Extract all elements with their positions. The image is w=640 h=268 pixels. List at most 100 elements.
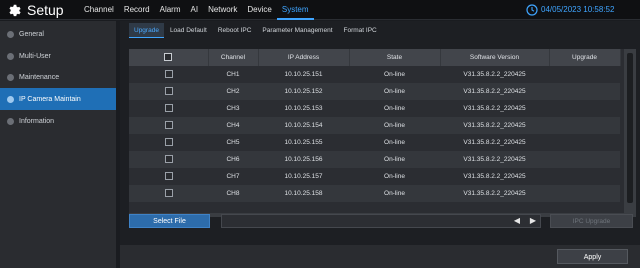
cell-upgrade: [549, 83, 620, 100]
table-header-row: Channel IP Address State Software Versio…: [129, 49, 621, 66]
cell-upgrade: [549, 168, 620, 185]
table-row[interactable]: CH8 10.10.25.158 On-line V31.35.8.2.2_22…: [129, 185, 620, 202]
bullet-icon: [7, 117, 14, 125]
cell-channel: CH4: [226, 122, 240, 129]
table-row[interactable]: CH4 10.10.25.154 On-line V31.35.8.2.2_22…: [129, 117, 620, 134]
select-all-header: [129, 49, 209, 66]
cell-ip-address: 10.10.25.156: [284, 156, 323, 163]
vertical-scrollbar[interactable]: [624, 49, 636, 217]
header-software-version: Software Version: [440, 49, 550, 66]
ipc-table: Channel IP Address State Software Versio…: [129, 49, 621, 202]
content-panel: Upgrade Load Default Reboot IPC Paramete…: [120, 21, 640, 268]
row-select-cell: [129, 66, 208, 83]
sidebar-item-label: Maintenance: [19, 73, 60, 81]
tab-upgrade[interactable]: Upgrade: [129, 23, 164, 38]
select-file-button[interactable]: Select File: [129, 214, 210, 228]
cell-ip-address: 10.10.25.158: [284, 190, 323, 197]
table-row[interactable]: CH1 10.10.25.151 On-line V31.35.8.2.2_22…: [129, 66, 620, 83]
cell-state: On-line: [384, 88, 405, 95]
row-checkbox[interactable]: [164, 172, 173, 181]
cell-upgrade: [549, 151, 620, 168]
app-title: Setup: [27, 2, 64, 18]
row-select-cell: [129, 83, 208, 100]
nav-ai[interactable]: AI: [186, 0, 204, 20]
sub-tabs: Upgrade Load Default Reboot IPC Paramete…: [129, 23, 383, 38]
nav-record[interactable]: Record: [119, 0, 155, 20]
sidebar-item-ip-camera-maintain[interactable]: IP Camera Maintain: [0, 88, 116, 110]
bullet-icon: [7, 95, 14, 103]
tab-reboot-ipc[interactable]: Reboot IPC: [213, 23, 257, 38]
apply-button[interactable]: Apply: [557, 249, 628, 264]
header-upgrade: Upgrade: [549, 49, 621, 66]
sidebar-item-label: General: [19, 30, 44, 38]
file-path-field[interactable]: [221, 214, 541, 228]
table-row[interactable]: CH5 10.10.25.155 On-line V31.35.8.2.2_22…: [129, 134, 620, 151]
cell-upgrade: [549, 117, 620, 134]
cell-software-version: V31.35.8.2.2_220425: [463, 105, 526, 112]
triangle-left-icon[interactable]: ◀: [512, 216, 522, 226]
cell-software-version: V31.35.8.2.2_220425: [463, 139, 526, 146]
sidebar-item-label: IP Camera Maintain: [19, 95, 81, 103]
table-row[interactable]: CH7 10.10.25.157 On-line V31.35.8.2.2_22…: [129, 168, 620, 185]
cell-ip-address: 10.10.25.157: [284, 173, 323, 180]
cell-channel: CH3: [226, 105, 240, 112]
row-checkbox[interactable]: [164, 121, 173, 130]
clock-icon: [526, 4, 538, 16]
cell-software-version: V31.35.8.2.2_220425: [463, 88, 526, 95]
cell-state: On-line: [384, 190, 405, 197]
top-nav: Channel Record Alarm AI Network Device S…: [79, 0, 314, 20]
row-checkbox[interactable]: [164, 104, 173, 113]
bullet-icon: [7, 30, 14, 38]
cell-channel: CH8: [226, 190, 240, 197]
triangle-right-icon[interactable]: ▶: [528, 216, 538, 226]
sidebar-item-information[interactable]: Information: [0, 110, 116, 132]
sidebar-item-label: Information: [19, 117, 55, 125]
row-checkbox[interactable]: [164, 138, 173, 147]
ipc-upgrade-button[interactable]: IPC Upgrade: [550, 214, 633, 228]
bullet-icon: [7, 52, 14, 60]
row-select-cell: [129, 134, 208, 151]
select-all-checkbox[interactable]: [164, 53, 173, 62]
table-row[interactable]: CH6 10.10.25.156 On-line V31.35.8.2.2_22…: [129, 151, 620, 168]
cell-channel: CH7: [226, 173, 240, 180]
nav-network[interactable]: Network: [203, 0, 242, 20]
row-checkbox[interactable]: [164, 189, 173, 198]
sidebar: General Multi-User Maintenance IP Camera…: [0, 21, 116, 268]
row-checkbox[interactable]: [164, 155, 173, 164]
tab-load-default[interactable]: Load Default: [165, 23, 212, 38]
cell-software-version: V31.35.8.2.2_220425: [463, 190, 526, 197]
nav-system[interactable]: System: [276, 0, 314, 20]
row-checkbox[interactable]: [164, 87, 173, 96]
cell-channel: CH5: [226, 139, 240, 146]
row-select-cell: [129, 185, 208, 202]
sidebar-item-label: Multi-User: [19, 52, 51, 60]
table-row[interactable]: CH2 10.10.25.152 On-line V31.35.8.2.2_22…: [129, 83, 620, 100]
tab-parameter-management[interactable]: Parameter Management: [257, 23, 337, 38]
row-select-cell: [129, 151, 208, 168]
cell-upgrade: [549, 100, 620, 117]
cell-state: On-line: [384, 105, 405, 112]
table-row[interactable]: CH3 10.10.25.153 On-line V31.35.8.2.2_22…: [129, 100, 620, 117]
tab-format-ipc[interactable]: Format IPC: [339, 23, 382, 38]
cell-state: On-line: [384, 139, 405, 146]
sidebar-item-multi-user[interactable]: Multi-User: [0, 45, 116, 67]
nav-alarm[interactable]: Alarm: [155, 0, 186, 20]
cell-upgrade: [549, 185, 620, 202]
scrollbar-thumb[interactable]: [627, 53, 633, 203]
header-channel: Channel: [208, 49, 259, 66]
row-checkbox[interactable]: [164, 70, 173, 79]
sidebar-item-maintenance[interactable]: Maintenance: [0, 66, 116, 88]
nav-device[interactable]: Device: [242, 0, 276, 20]
sidebar-item-general[interactable]: General: [0, 23, 116, 45]
nav-channel[interactable]: Channel: [79, 0, 119, 20]
row-select-cell: [129, 100, 208, 117]
cell-state: On-line: [384, 173, 405, 180]
gear-icon: [9, 4, 21, 17]
cell-upgrade: [549, 134, 620, 151]
bullet-icon: [7, 73, 14, 81]
cell-ip-address: 10.10.25.152: [284, 88, 323, 95]
cell-ip-address: 10.10.25.154: [284, 122, 323, 129]
header-state: State: [349, 49, 441, 66]
cell-software-version: V31.35.8.2.2_220425: [463, 71, 526, 78]
cell-software-version: V31.35.8.2.2_220425: [463, 173, 526, 180]
